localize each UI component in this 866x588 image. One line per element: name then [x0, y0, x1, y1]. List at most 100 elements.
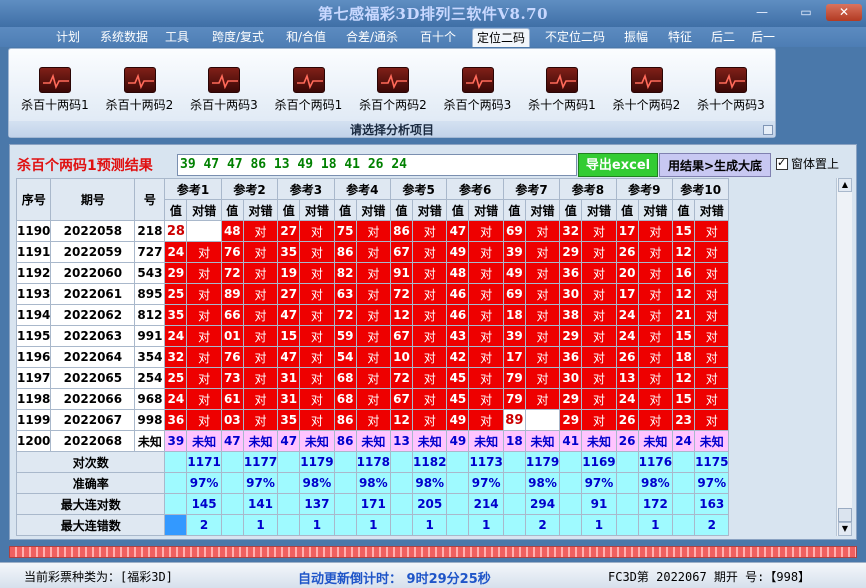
column-header-value[interactable]: 值 [615, 199, 639, 221]
ribbon-item-6[interactable]: 杀百个两码3 [436, 53, 520, 117]
column-header-value[interactable]: 值 [333, 199, 357, 221]
column-header-number[interactable]: 号 [134, 178, 166, 221]
column-header-correct[interactable]: 对错 [186, 199, 222, 221]
column-header-period[interactable]: 期号 [50, 178, 136, 221]
prediction-row[interactable]: 1200 2022068 未知 39 未知 47 未知 47 未知 86 未知 13 未知 49 未知 18 未… [16, 430, 730, 452]
stats-spacer-cell [220, 472, 244, 494]
value-cell: 36 [559, 346, 583, 368]
prediction-value-cell: 47 [277, 430, 301, 452]
column-header-ref[interactable]: 参考8 [559, 178, 617, 200]
period-cell: 2022058 [50, 220, 136, 242]
value-cell: 16 [672, 262, 696, 284]
menu-tab-9[interactable]: 不定位二码 [540, 28, 610, 47]
menu-tab-1[interactable]: 计划 [54, 28, 82, 47]
scroll-thumb[interactable] [838, 508, 852, 522]
table-row[interactable]: 1191 2022059 727 24 对 76 对 35 对 86 对 67 对 49 对 39 对 29 对 26… [16, 241, 730, 263]
column-header-correct[interactable]: 对错 [637, 199, 674, 221]
value-cell: 86 [390, 220, 414, 242]
column-header-value[interactable]: 值 [220, 199, 244, 221]
close-button[interactable]: ✕ [826, 4, 862, 21]
period-cell: 2022067 [50, 409, 136, 431]
ribbon-item-label: 杀百十两码2 [105, 98, 174, 112]
table-row[interactable]: 1196 2022064 354 32 对 76 对 47 对 54 对 10 对 42 对 17 对 36 对 26… [16, 346, 730, 368]
stats-label: 对次数 [16, 451, 166, 473]
table-row[interactable]: 1197 2022065 254 25 对 73 对 31 对 68 对 72 对 45 对 79 对 30 对 13… [16, 367, 730, 389]
table-row[interactable]: 1198 2022066 968 24 对 61 对 31 对 68 对 67 对 45 对 79 对 29 对 24… [16, 388, 730, 410]
column-header-value[interactable]: 值 [672, 199, 696, 221]
table-row[interactable]: 1199 2022067 998 36 对 03 对 35 对 86 对 12 对 49 对 89 29 对 26 对… [16, 409, 730, 431]
column-header-ref[interactable]: 参考7 [502, 178, 561, 200]
ribbon-item-8[interactable]: 杀十个两码2 [605, 53, 689, 117]
table-row[interactable]: 1194 2022062 812 35 对 66 对 47 对 72 对 12 对 46 对 18 对 38 对 24… [16, 304, 730, 326]
column-header-value[interactable]: 值 [559, 199, 583, 221]
menu-tab-3[interactable]: 工具 [162, 28, 192, 47]
menu-tab-2[interactable]: 系统数据 [96, 28, 152, 47]
column-header-ref[interactable]: 参考1 [164, 178, 222, 200]
column-header-ref[interactable]: 参考4 [333, 178, 392, 200]
column-header-correct[interactable]: 对错 [581, 199, 617, 221]
minimize-button[interactable]: — [748, 4, 776, 21]
ribbon-item-7[interactable]: 杀十个两码1 [520, 53, 604, 117]
scroll-up-icon[interactable]: ▲ [838, 178, 852, 192]
table-row[interactable]: 1195 2022063 991 24 对 01 对 15 对 59 对 67 对 43 对 39 对 29 对 24… [16, 325, 730, 347]
column-header-correct[interactable]: 对错 [524, 199, 561, 221]
menu-tab-12[interactable]: 后二 [708, 28, 738, 47]
checkbox-checked-icon[interactable] [776, 156, 788, 170]
table-row[interactable]: 1190 2022058 218 28 48 对 27 对 75 对 86 对 47 对 69 对 32 对 17 对… [16, 220, 730, 242]
stats-row: 最大连错数 2 1 1 1 1 1 2 1 1 2 [16, 514, 730, 536]
column-header-value[interactable]: 值 [164, 199, 188, 221]
ribbon-expand-button[interactable] [763, 125, 773, 135]
column-header-correct[interactable]: 对错 [468, 199, 504, 221]
menu-tab-5[interactable]: 和/合值 [280, 28, 332, 47]
column-header-ref[interactable]: 参考3 [277, 178, 335, 200]
column-header-correct[interactable]: 对错 [242, 199, 279, 221]
stats-value-cell: 1 [468, 514, 504, 536]
stats-value-cell: 1 [242, 514, 279, 536]
export-excel-button[interactable]: 导出excel [578, 153, 658, 177]
column-header-value[interactable]: 值 [277, 199, 301, 221]
table-row[interactable]: 1193 2022061 895 25 对 89 对 27 对 63 对 72 对 46 对 69 对 30 对 17… [16, 283, 730, 305]
ribbon-item-2[interactable]: 杀百十两码2 [98, 53, 182, 117]
column-header-seq[interactable]: 序号 [16, 178, 52, 221]
correct-cell: 对 [637, 367, 674, 389]
column-header-correct[interactable]: 对错 [694, 199, 730, 221]
ribbon-item-5[interactable]: 杀百个两码2 [351, 53, 435, 117]
value-cell: 76 [220, 241, 244, 263]
ribbon-item-9[interactable]: 杀十个两码3 [689, 53, 773, 117]
menu-tab-7[interactable]: 百十个 [416, 28, 460, 47]
column-header-value[interactable]: 值 [502, 199, 526, 221]
vertical-scrollbar[interactable]: ▲ ▼ [836, 178, 852, 536]
column-header-ref[interactable]: 参考5 [390, 178, 448, 200]
stats-value-cell: 1169 [581, 451, 617, 473]
result-values-field[interactable]: 39 47 47 86 13 49 18 41 26 24 [177, 154, 577, 176]
menu-tab-10[interactable]: 振幅 [620, 28, 652, 47]
maximize-button[interactable]: ▭ [792, 4, 820, 21]
column-header-ref[interactable]: 参考10 [672, 178, 730, 200]
value-cell: 69 [502, 283, 526, 305]
topmost-checkbox[interactable]: 窗体置上 [776, 155, 839, 172]
correct-cell: 对 [524, 325, 561, 347]
table-row[interactable]: 1192 2022060 543 29 对 72 对 19 对 82 对 91 对 48 对 49 对 36 对 20… [16, 262, 730, 284]
stats-spacer-cell [333, 472, 357, 494]
column-header-ref[interactable]: 参考9 [615, 178, 674, 200]
menu-tab-8[interactable]: 定位二码 [472, 28, 530, 47]
ribbon-item-4[interactable]: 杀百个两码1 [267, 53, 351, 117]
ribbon-item-1[interactable]: 杀百十两码1 [13, 53, 97, 117]
menu-tab-13[interactable]: 后一 [748, 28, 778, 47]
column-header-value[interactable]: 值 [446, 199, 470, 221]
number-cell: 218 [134, 220, 166, 242]
column-header-ref[interactable]: 参考2 [220, 178, 279, 200]
generate-base-button[interactable]: 用结果>生成大底 [659, 153, 771, 177]
value-cell: 24 [164, 241, 188, 263]
column-header-ref[interactable]: 参考6 [446, 178, 504, 200]
column-header-correct[interactable]: 对错 [355, 199, 392, 221]
column-header-correct[interactable]: 对错 [412, 199, 448, 221]
period-cell: 2022064 [50, 346, 136, 368]
column-header-value[interactable]: 值 [390, 199, 414, 221]
ribbon-item-3[interactable]: 杀百十两码3 [182, 53, 266, 117]
scroll-down-icon[interactable]: ▼ [838, 522, 852, 536]
column-header-correct[interactable]: 对错 [299, 199, 335, 221]
menu-tab-4[interactable]: 跨度/复式 [204, 28, 272, 47]
menu-tab-11[interactable]: 特征 [664, 28, 696, 47]
menu-tab-6[interactable]: 合差/通杀 [340, 28, 404, 47]
